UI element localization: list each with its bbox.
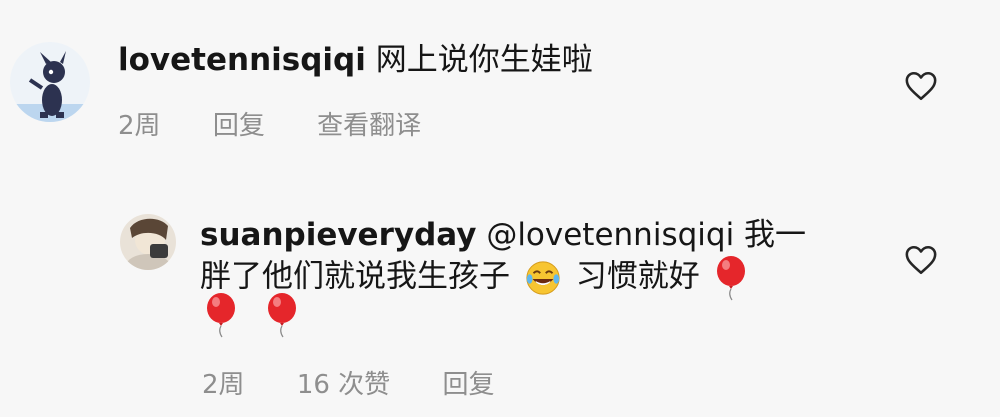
comment-1: lovetennisqiqi 网上说你生娃啦 2周 回复 查看翻译 bbox=[0, 0, 1000, 170]
avatar-suanpieveryday[interactable] bbox=[120, 214, 176, 270]
comment-2-time: 2周 bbox=[202, 370, 245, 400]
heart-outline-icon[interactable] bbox=[904, 244, 938, 276]
comment-1-translate-button[interactable]: 查看翻译 bbox=[317, 105, 421, 142]
comment-2-reply-button[interactable]: 回复 bbox=[442, 364, 494, 401]
comment-2-username[interactable]: suanpieveryday bbox=[200, 217, 476, 253]
comment-1-reply-button[interactable]: 回复 bbox=[213, 105, 265, 142]
avatar-lovetennisqiqi[interactable] bbox=[10, 42, 90, 122]
red-balloon-emoji-icon bbox=[268, 293, 297, 338]
comment-1-body: lovetennisqiqi 网上说你生娃啦 bbox=[118, 40, 593, 80]
heart-outline-icon[interactable] bbox=[904, 70, 938, 102]
comment-1-username[interactable]: lovetennisqiqi bbox=[118, 42, 366, 78]
comment-2-mention-link[interactable]: @lovetennisqiqi bbox=[486, 217, 734, 253]
red-balloon-emoji-icon bbox=[716, 256, 745, 301]
comment-2-text-line2-a: 胖了他们就说我生孩子 bbox=[200, 258, 510, 295]
comment-2-line-3 bbox=[204, 292, 321, 342]
comment-2-text-line2-b: 习惯就好 bbox=[575, 258, 700, 295]
comment-1-time: 2周 bbox=[118, 111, 161, 141]
comment-2-text-line1: 我一 bbox=[744, 217, 807, 253]
comment-2: suanpieveryday @lovetennisqiqi 我一 胖了他们就说… bbox=[0, 180, 1000, 417]
laughing-tears-emoji-icon bbox=[526, 261, 560, 295]
comment-1-meta: 2周 回复 查看翻译 bbox=[118, 105, 465, 142]
comment-2-line-1: suanpieveryday @lovetennisqiqi 我一 bbox=[200, 215, 806, 255]
comment-2-likes-count[interactable]: 16 次赞 bbox=[297, 364, 390, 401]
comment-1-text: 网上说你生娃啦 bbox=[375, 42, 593, 78]
red-balloon-emoji-icon bbox=[207, 293, 235, 338]
comment-2-meta: 2周 16 次赞 回复 bbox=[202, 364, 538, 401]
